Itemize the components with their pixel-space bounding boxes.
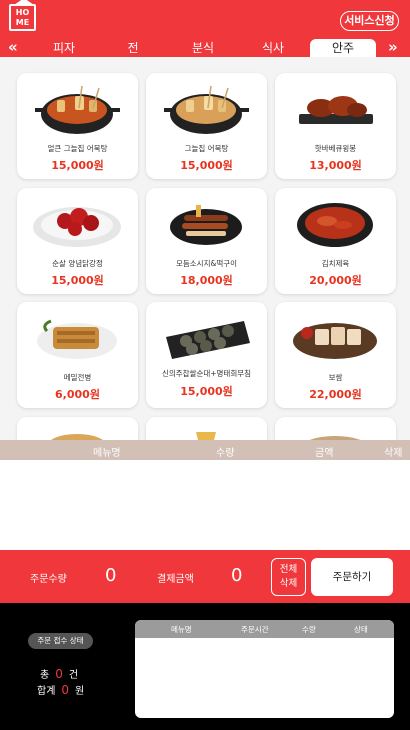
menu-item-image <box>51 434 103 440</box>
total-count: 총0건 <box>40 666 78 681</box>
menu-item-name: 보쌈 <box>328 373 343 382</box>
spicy-fishcake-soup-image <box>35 85 120 134</box>
logo-text-top: HO <box>15 8 30 17</box>
menu-card[interactable]: 메밀전병 6,000원 <box>17 302 138 408</box>
menu-card[interactable] <box>146 417 267 440</box>
menu-card[interactable]: 모듬소시지&떡구이 18,000원 <box>146 188 267 294</box>
order-status-panel: 주문 접수 상태 총0건 합계 0 원 메뉴명 주문시간 수량 상태 <box>0 603 410 730</box>
menu-card[interactable]: 순살 양념닭강정 15,000원 <box>17 188 138 294</box>
menu-card[interactable] <box>275 417 396 440</box>
menu-item-name: 신의주찹쌀순대+명태회무침 <box>161 369 252 378</box>
status-col-time: 주문시간 <box>241 625 269 634</box>
sausage-platter-image <box>170 205 242 245</box>
menu-item-image <box>309 436 361 440</box>
place-order-button[interactable]: 주문하기 <box>311 558 393 596</box>
roof-icon <box>14 0 34 5</box>
menu-item-name: 얼큰 그늘집 어묵탕 <box>47 144 108 153</box>
menu-item-name: 메밀전병 <box>63 373 92 382</box>
category-tabs: 피자 전 분식 식사 안주 <box>0 39 410 57</box>
menu-card[interactable]: 그늘집 어묵탕 15,000원 <box>146 73 267 179</box>
menu-grid: 얼큰 그늘집 어묵탕 15,000원 그늘집 어묵탕 15,000원 핫바베큐윙… <box>0 57 410 440</box>
menu-item-price: 22,000원 <box>309 388 362 401</box>
tab-pizza[interactable]: 피자 <box>32 39 96 57</box>
fishcake-soup-image <box>164 85 249 134</box>
col-quantity: 수량 <box>216 448 235 459</box>
menu-item-price: 18,000원 <box>180 274 233 287</box>
menu-card[interactable]: 신의주찹쌀순대+명태회무침 15,000원 <box>146 302 267 408</box>
payment-amount-label: 결제금액 <box>157 574 194 585</box>
col-amount: 금액 <box>315 448 334 459</box>
order-list-header: 메뉴명 수량 금액 삭제 <box>0 440 410 460</box>
bossam-image <box>293 323 377 359</box>
next-category-arrow-icon[interactable]: » <box>388 39 398 56</box>
menu-item-price: 6,000원 <box>55 388 100 401</box>
menu-item-price: 15,000원 <box>51 274 104 287</box>
clear-all-button[interactable]: 전체 삭제 <box>271 558 306 596</box>
menu-item-price: 15,000원 <box>180 385 233 398</box>
clear-all-line2: 삭제 <box>279 578 298 589</box>
payment-amount-value: 0 <box>231 565 243 586</box>
menu-item-price: 20,000원 <box>309 274 362 287</box>
menu-item-name: 모듬소시지&떡구이 <box>175 259 238 268</box>
total-count-unit: 건 <box>68 670 79 681</box>
menu-card[interactable]: 보쌈 22,000원 <box>275 302 396 408</box>
sundae-image <box>166 321 250 359</box>
logo-text-bottom: ME <box>15 18 30 27</box>
order-qty-label: 주문수량 <box>30 574 67 585</box>
menu-card[interactable]: 핫바베큐윙봉 13,000원 <box>275 73 396 179</box>
menu-item-price: 13,000원 <box>309 159 362 172</box>
menu-item-price: 15,000원 <box>51 159 104 172</box>
home-logo-button[interactable]: HO ME <box>9 0 36 31</box>
order-qty-value: 0 <box>105 565 117 586</box>
menu-item-name: 순살 양념닭강정 <box>52 259 103 268</box>
buckwheat-crepe-image <box>37 319 117 359</box>
col-delete: 삭제 <box>384 448 403 459</box>
menu-item-image <box>196 432 216 440</box>
menu-card[interactable] <box>17 417 138 440</box>
menu-item-name: 핫바베큐윙봉 <box>314 144 357 153</box>
total-sum: 합계 0 원 <box>37 682 84 697</box>
tab-jeon[interactable]: 전 <box>101 39 165 57</box>
fried-chicken-image <box>33 207 121 247</box>
total-count-value: 0 <box>55 667 63 681</box>
menu-item-name: 김치제육 <box>321 259 350 268</box>
order-status-badge: 주문 접수 상태 <box>28 633 93 649</box>
bbq-wings-image <box>299 96 373 124</box>
order-status-table-header: 메뉴명 주문시간 수량 상태 <box>135 620 394 638</box>
total-sum-unit: 원 <box>75 686 85 697</box>
col-menu-name: 메뉴명 <box>93 448 121 459</box>
order-list-body <box>0 460 410 550</box>
status-col-qty: 수량 <box>302 625 316 634</box>
status-col-menu: 메뉴명 <box>171 625 192 634</box>
total-sum-value: 0 <box>61 683 70 697</box>
total-sum-prefix: 합계 <box>37 686 56 697</box>
menu-item-price: 15,000원 <box>180 159 233 172</box>
top-header: HO ME 서비스신청 « 피자 전 분식 식사 안주 » <box>0 0 410 57</box>
tab-anju[interactable]: 안주 <box>310 39 376 57</box>
status-col-state: 상태 <box>354 625 368 634</box>
menu-item-name: 그늘집 어묵탕 <box>184 144 229 153</box>
menu-card[interactable]: 얼큰 그늘집 어묵탕 15,000원 <box>17 73 138 179</box>
clear-all-line1: 전체 <box>279 564 298 575</box>
menu-card[interactable]: 김치제육 20,000원 <box>275 188 396 294</box>
order-summary-bar: 주문수량 0 결제금액 0 전체 삭제 주문하기 <box>0 550 410 603</box>
tab-bunsik[interactable]: 분식 <box>171 39 235 57</box>
total-count-prefix: 총 <box>40 670 50 681</box>
service-request-button[interactable]: 서비스신청 <box>340 11 399 31</box>
kimchi-pork-image <box>297 203 373 247</box>
order-status-table: 메뉴명 주문시간 수량 상태 <box>135 620 394 718</box>
tab-meal[interactable]: 식사 <box>241 39 305 57</box>
